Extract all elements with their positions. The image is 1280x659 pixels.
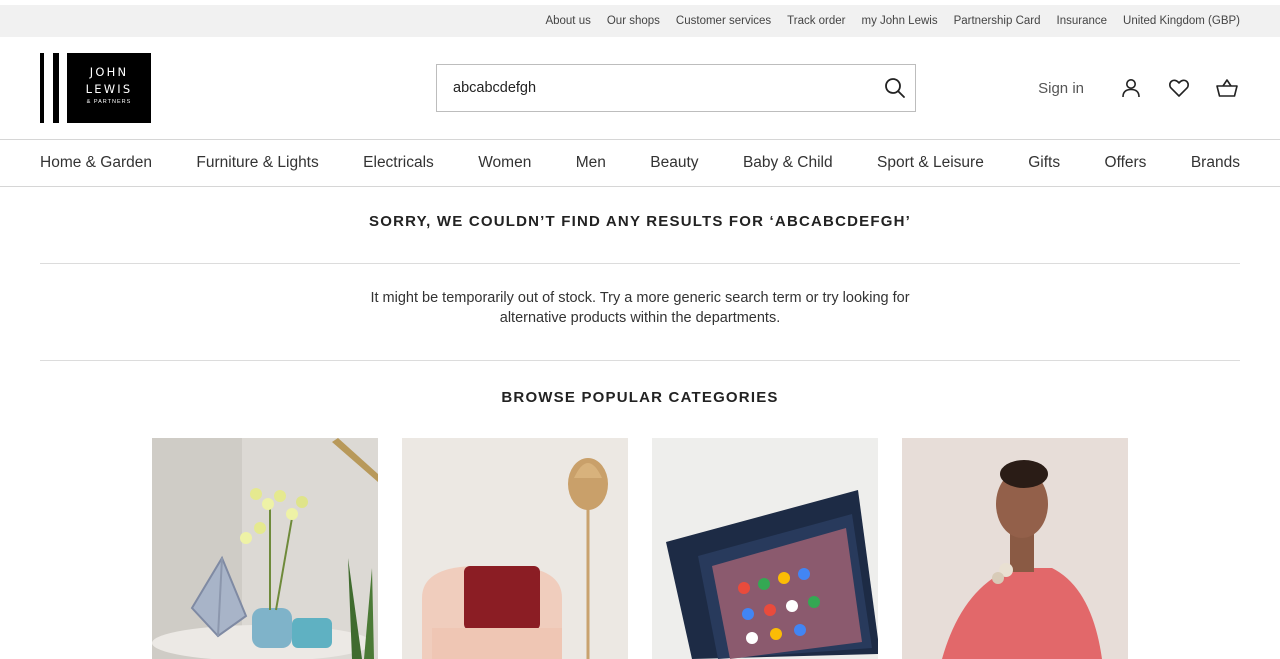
- top-link-about-us[interactable]: About us: [545, 15, 590, 27]
- nav-item-women[interactable]: Women: [478, 154, 531, 172]
- help-text-line-1: It might be temporarily out of stock. Tr…: [370, 290, 910, 306]
- top-link-country-selector[interactable]: United Kingdom (GBP): [1123, 15, 1240, 27]
- nav-item-beauty[interactable]: Beauty: [650, 154, 698, 172]
- nav-item-men[interactable]: Men: [576, 154, 606, 172]
- nav-item-baby-child[interactable]: Baby & Child: [743, 154, 833, 172]
- account-area: Sign in: [1038, 75, 1240, 101]
- logo-box: JOHN LEWIS & PARTNERS: [67, 53, 151, 123]
- nav-item-electricals[interactable]: Electricals: [363, 154, 434, 172]
- nav-divider: [0, 186, 1280, 187]
- no-results-help-text: It might be temporarily out of stock. Tr…: [360, 288, 920, 328]
- logo-stripe: [53, 53, 59, 123]
- top-link-insurance[interactable]: Insurance: [1057, 15, 1108, 27]
- divider: [40, 360, 1240, 361]
- utility-bar: About us Our shops Customer services Tra…: [0, 5, 1280, 37]
- top-link-track-order[interactable]: Track order: [787, 15, 845, 27]
- logo-text-john: JOHN: [89, 65, 129, 79]
- nav-item-offers[interactable]: Offers: [1105, 154, 1147, 172]
- category-tile-electricals[interactable]: [652, 438, 878, 659]
- search-icon[interactable]: [883, 76, 907, 100]
- category-tile-women[interactable]: [902, 438, 1128, 659]
- search-box: [436, 64, 916, 112]
- help-text-line-2: alternative products within the departme…: [499, 310, 781, 326]
- heart-icon[interactable]: [1166, 75, 1192, 101]
- divider: [40, 263, 1240, 264]
- top-link-customer-services[interactable]: Customer services: [676, 15, 771, 27]
- logo-text-partners: & PARTNERS: [86, 99, 132, 105]
- sign-in-link[interactable]: Sign in: [1038, 80, 1084, 97]
- top-link-partnership-card[interactable]: Partnership Card: [954, 15, 1041, 27]
- nav-item-brands[interactable]: Brands: [1191, 154, 1240, 172]
- basket-icon[interactable]: [1214, 75, 1240, 101]
- logo-stripe: [40, 53, 44, 123]
- no-results-heading: SORRY, WE COULDN’T FIND ANY RESULTS FOR …: [369, 213, 911, 230]
- logo-text-lewis: LEWIS: [85, 82, 133, 96]
- category-tile-furniture[interactable]: [402, 438, 628, 659]
- search-input[interactable]: [437, 65, 877, 111]
- furniture-image: [402, 438, 628, 659]
- nav-item-gifts[interactable]: Gifts: [1028, 154, 1060, 172]
- site-header: JOHN LEWIS & PARTNERS Sign in: [0, 37, 1280, 140]
- fashion-model-image: [902, 438, 1128, 659]
- john-lewis-logo[interactable]: JOHN LEWIS & PARTNERS: [40, 53, 151, 123]
- nav-item-home-garden[interactable]: Home & Garden: [40, 154, 152, 172]
- category-tile-home[interactable]: [152, 438, 378, 659]
- top-link-my-john-lewis[interactable]: my John Lewis: [862, 15, 938, 27]
- user-icon[interactable]: [1118, 75, 1144, 101]
- category-nav: Home & Garden Furniture & Lights Electri…: [40, 140, 1240, 186]
- home-decor-image: [152, 438, 378, 659]
- tablet-image: [652, 438, 878, 659]
- top-link-our-shops[interactable]: Our shops: [607, 15, 660, 27]
- browse-categories-heading: BROWSE POPULAR CATEGORIES: [501, 389, 779, 406]
- nav-item-sport-leisure[interactable]: Sport & Leisure: [877, 154, 984, 172]
- nav-item-furniture-lights[interactable]: Furniture & Lights: [196, 154, 318, 172]
